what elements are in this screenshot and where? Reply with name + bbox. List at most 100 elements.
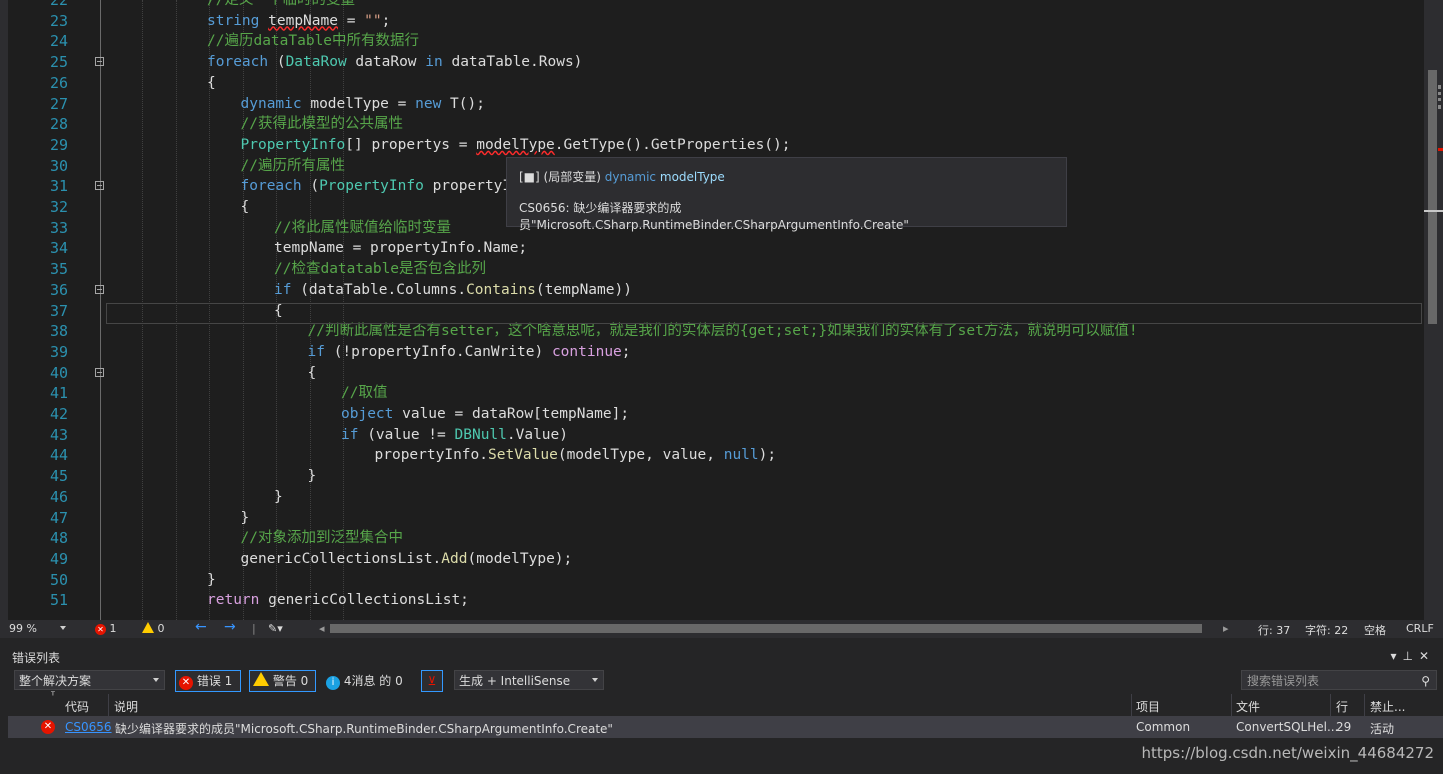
code-text: } [207, 570, 216, 591]
column-project[interactable]: 项目 [1136, 698, 1160, 715]
filter-clear-button[interactable]: ⊻ [421, 670, 443, 692]
collapse-icon[interactable] [95, 57, 104, 67]
tooltip-error-text: CS0656: 缺少编译器要求的成员"Microsoft.CSharp.Runt… [519, 201, 909, 232]
vertical-scrollbar-thumb[interactable] [1428, 70, 1437, 324]
code-line[interactable]: 50} [0, 570, 1424, 591]
error-code-link[interactable]: CS0656 [65, 720, 112, 734]
error-icon: ✕ [179, 676, 193, 690]
scope-dropdown[interactable]: 整个解决方案 [14, 670, 165, 690]
close-icon[interactable]: ✕ [1419, 649, 1435, 663]
navigate-back-icon[interactable]: ← [195, 619, 207, 635]
zoom-dropdown-icon[interactable] [60, 626, 66, 630]
code-line[interactable]: 34 tempName = propertyInfo.Name; [0, 238, 1424, 259]
code-line[interactable]: 36 if (dataTable.Columns.Contains(tempNam… [0, 280, 1424, 301]
watermark: https://blog.csdn.net/weixin_44684272 [1141, 744, 1434, 762]
current-line-highlight [106, 303, 1422, 324]
code-editor[interactable]: 22 //定义一个临时的变量 23 string tempName = ""; 24 //… [0, 0, 1443, 620]
column-description[interactable]: 说明 [114, 698, 138, 715]
line-number: 51 [49, 591, 68, 610]
column-code[interactable]: 代码 [65, 698, 89, 715]
code-token: if [274, 281, 292, 298]
code-line[interactable]: 46} [0, 487, 1424, 508]
code-line[interactable]: 23 string tempName = ""; [0, 11, 1424, 32]
pin-icon[interactable]: ⊥ [1402, 649, 1418, 663]
line-number: 42 [49, 405, 68, 423]
code-line[interactable]: 44 propertyInfo.SetValue(modelType, value… [0, 445, 1424, 466]
code-line[interactable]: 45} [0, 466, 1424, 487]
code-text: genericCollectionsList.Add(modelType); [241, 549, 573, 570]
code-token: //对象添加到泛型集合中 [240, 530, 403, 547]
code-token: } [274, 488, 283, 505]
error-list-toolbar: 整个解决方案 ✕ 错误 1 警告 0 i 4消息 的 0 ⊻ 生成 + Inte… [0, 669, 1443, 693]
code-line[interactable]: 40 { [0, 363, 1424, 384]
code-text: //获得此模型的公共属性 [241, 114, 403, 135]
code-text: dynamic modelType = new T(); [241, 94, 485, 115]
code-line[interactable]: 48 //对象添加到泛型集合中 [0, 528, 1424, 549]
code-line[interactable]: 28 //获得此模型的公共属性 [0, 114, 1424, 135]
code-line[interactable]: 29 PropertyInfo[] propertys = modelType.G… [0, 135, 1424, 156]
code-text: //检查datatable是否包含此列 [274, 259, 486, 280]
code-line[interactable]: 42 object value = dataRow[tempName]; [0, 404, 1424, 425]
code-text: PropertyInfo[] propertys = modelType.Get… [241, 135, 791, 156]
line-number: 46 [49, 487, 68, 506]
code-line[interactable]: 22 //定义一个临时的变量 [0, 0, 1424, 11]
code-line[interactable]: 26 { [0, 73, 1424, 94]
collapse-icon[interactable] [95, 367, 104, 377]
column-line[interactable]: 行 [1336, 698, 1348, 715]
indent-mode[interactable]: 空格 [1364, 622, 1386, 638]
code-token: tempName = propertyInfo.Name; [274, 240, 528, 257]
code-line[interactable]: 49 genericCollectionsList.Add(modelType); [0, 549, 1424, 570]
code-line[interactable]: 27 dynamic modelType = new T(); [0, 94, 1424, 115]
line-ending[interactable]: CRLF [1406, 622, 1434, 635]
code-line[interactable]: 51 return genericCollectionsList; [0, 590, 1424, 611]
build-filter-dropdown[interactable]: 生成 + IntelliSense [454, 670, 604, 690]
column-file[interactable]: 文件 [1236, 698, 1260, 715]
code-token: value = dataRow[tempName]; [393, 406, 630, 422]
line-number: 25 [49, 53, 68, 72]
line-number: 45 [49, 467, 68, 486]
code-line[interactable]: 43 if (value != DBNull.Value) [0, 425, 1424, 446]
editor-status-bar: 99 % ✕ 1 0 ← → | ✎▾ ◂ ▸ 行: 37 字符: 22 空格 … [0, 619, 1443, 638]
collapse-icon[interactable] [95, 181, 104, 191]
code-token: } [240, 509, 250, 526]
code-line[interactable]: 24 //遍历dataTable中所有数据行 [0, 31, 1424, 52]
column-suppression[interactable]: 禁止... [1370, 698, 1405, 715]
navigate-forward-icon[interactable]: → [224, 619, 236, 635]
zoom-level[interactable]: 99 % [9, 622, 37, 635]
table-row[interactable]: ✕ CS0656 缺少编译器要求的成员"Microsoft.CSharp.Run… [8, 716, 1443, 738]
code-line[interactable]: 35 //检查datatable是否包含此列 [0, 259, 1424, 280]
error-list-panel: 错误列表 ▾⊥✕ 整个解决方案 ✕ 错误 1 警告 0 i 4消息 的 0 ⊻ … [0, 638, 1443, 774]
warning-count: 0 [157, 622, 165, 635]
code-line[interactable]: 39 if (!propertyInfo.CanWrite) continue; [0, 342, 1424, 363]
code-token: foreach [207, 54, 269, 71]
code-line[interactable]: 41 //取值 [0, 383, 1424, 404]
code-line[interactable]: 25 foreach (DataRow dataRow in dataTable.… [0, 52, 1424, 73]
code-token: //判断此属性是否有setter，这个啥意思呢，就是我们的实体层的{get;se… [307, 323, 1138, 340]
horizontal-scrollbar-thumb[interactable] [330, 624, 1202, 633]
code-token: if [341, 426, 359, 443]
warning-count-indicator[interactable]: 0 [142, 622, 165, 635]
messages-filter-button[interactable]: i 4消息 的 0 [326, 672, 403, 692]
errors-filter-button[interactable]: ✕ 错误 1 [175, 670, 241, 692]
collapse-icon[interactable] [95, 284, 104, 294]
code-line[interactable]: 47} [0, 508, 1424, 529]
code-token: (tempName)) [535, 281, 632, 298]
search-error-list-input[interactable]: 搜索错误列表 ⚲ [1241, 670, 1437, 690]
code-text: } [274, 487, 283, 508]
line-number: 34 [49, 239, 68, 258]
vertical-scrollbar[interactable] [1424, 0, 1443, 620]
column-divider [108, 694, 109, 716]
code-line[interactable]: 38 //判断此属性是否有setter，这个啥意思呢，就是我们的实体层的{get;… [0, 321, 1424, 342]
line-number: 38 [49, 322, 68, 341]
scroll-left-icon[interactable]: ◂ [319, 622, 325, 635]
warnings-filter-button[interactable]: 警告 0 [249, 670, 316, 692]
code-token: ; [621, 343, 631, 360]
warnings-filter-label: 警告 0 [272, 674, 309, 688]
panel-menu-icon[interactable]: ▾ [1390, 649, 1402, 663]
brush-icon[interactable]: ✎▾ [268, 622, 283, 635]
line-number: 29 [49, 135, 68, 154]
scroll-right-icon[interactable]: ▸ [1223, 622, 1229, 635]
code-token: null [723, 447, 759, 464]
error-count-indicator[interactable]: ✕ 1 [95, 622, 117, 635]
code-text: //遍历dataTable中所有数据行 [207, 31, 419, 52]
